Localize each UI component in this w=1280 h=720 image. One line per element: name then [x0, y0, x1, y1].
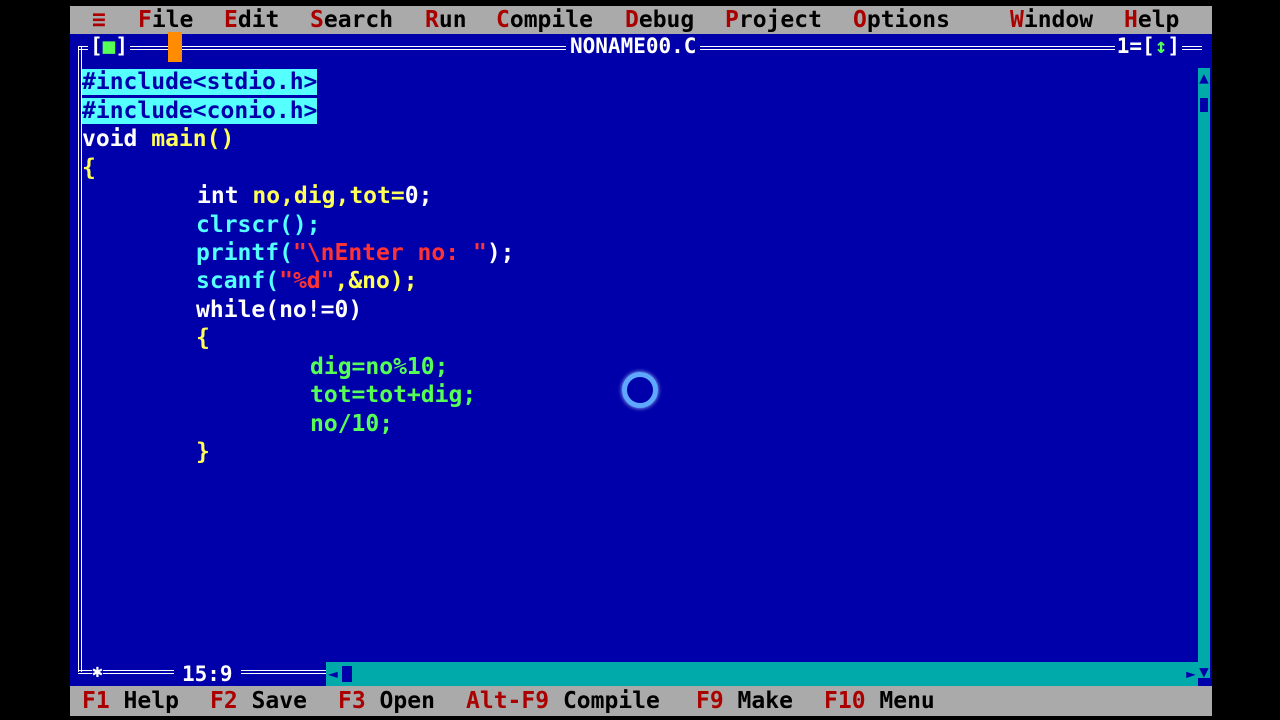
menu-edit[interactable]: Edit [224, 6, 279, 34]
scroll-down-icon[interactable]: ▼ [1198, 662, 1210, 681]
code-line-10: { [196, 325, 210, 351]
code-line-3: void main() [82, 126, 235, 152]
menu-system[interactable]: ≡ [92, 6, 106, 34]
status-save[interactable]: F2 Save [210, 686, 307, 716]
scroll-left-icon[interactable]: ◄ [326, 664, 340, 684]
code-line-7: printf("\nEnter no: "); [196, 240, 515, 266]
code-line-4: { [82, 155, 96, 181]
menu-file[interactable]: File [138, 6, 193, 34]
code-line-5: int no,dig,tot=0; [197, 183, 433, 209]
turbo-c-ide: ≡ File Edit Search Run Compile Debug Pro… [70, 6, 1212, 716]
status-make[interactable]: F9 Make [696, 686, 793, 716]
busy-cursor-icon [622, 372, 658, 408]
cursor-position: 15:9 [174, 662, 241, 686]
close-icon: ■ [102, 34, 116, 58]
menu-search[interactable]: Search [310, 6, 393, 34]
menu-debug[interactable]: Debug [625, 6, 694, 34]
status-bar: F1 Help F2 Save F3 Open Alt-F9 Compile F… [70, 686, 1212, 716]
status-open[interactable]: F3 Open [338, 686, 435, 716]
code-line-13: no/10; [310, 411, 394, 437]
editor-window[interactable]: [■] NONAME00.C 1=[↕] #include<stdio.h> #… [70, 32, 1212, 686]
horizontal-scroll-thumb[interactable] [342, 666, 352, 682]
scroll-up-icon[interactable]: ▲ [1198, 68, 1210, 87]
window-title: NONAME00.C [566, 34, 701, 58]
status-menu[interactable]: F10 Menu [824, 686, 935, 716]
menu-run[interactable]: Run [425, 6, 467, 34]
code-line-9: while(no!=0) [196, 297, 363, 323]
menu-help[interactable]: Help [1124, 6, 1179, 34]
text-cursor-marker [168, 32, 182, 62]
menu-compile[interactable]: Compile [496, 6, 593, 34]
code-line-1: #include<stdio.h> [82, 69, 318, 95]
menu-bar: ≡ File Edit Search Run Compile Debug Pro… [70, 6, 1212, 34]
vertical-scrollbar[interactable]: ▲ ▼ [1198, 68, 1210, 681]
close-button[interactable]: [■] [88, 34, 130, 58]
horizontal-scrollbar[interactable]: ◄ ► [326, 662, 1198, 686]
code-line-14: } [196, 439, 210, 465]
scroll-right-icon[interactable]: ► [1184, 664, 1198, 684]
window-number[interactable]: 1=[↕] [1114, 34, 1182, 58]
zoom-icon[interactable]: ↕ [1155, 34, 1168, 58]
code-line-12: tot=tot+dig; [310, 382, 477, 408]
menu-project[interactable]: Project [725, 6, 822, 34]
resize-corner-icon[interactable]: ✱ [92, 660, 103, 684]
status-compile[interactable]: Alt-F9 Compile [466, 686, 660, 716]
code-line-2: #include<conio.h> [82, 98, 318, 124]
menu-options[interactable]: Options [853, 6, 950, 34]
vertical-scroll-thumb[interactable] [1200, 98, 1208, 112]
status-help[interactable]: F1 Help [82, 686, 179, 716]
code-line-11: dig=no%10; [310, 354, 449, 380]
code-line-8: scanf("%d",&no); [196, 268, 418, 294]
menu-window[interactable]: Window [1010, 6, 1093, 34]
code-line-6: clrscr(); [196, 212, 321, 238]
